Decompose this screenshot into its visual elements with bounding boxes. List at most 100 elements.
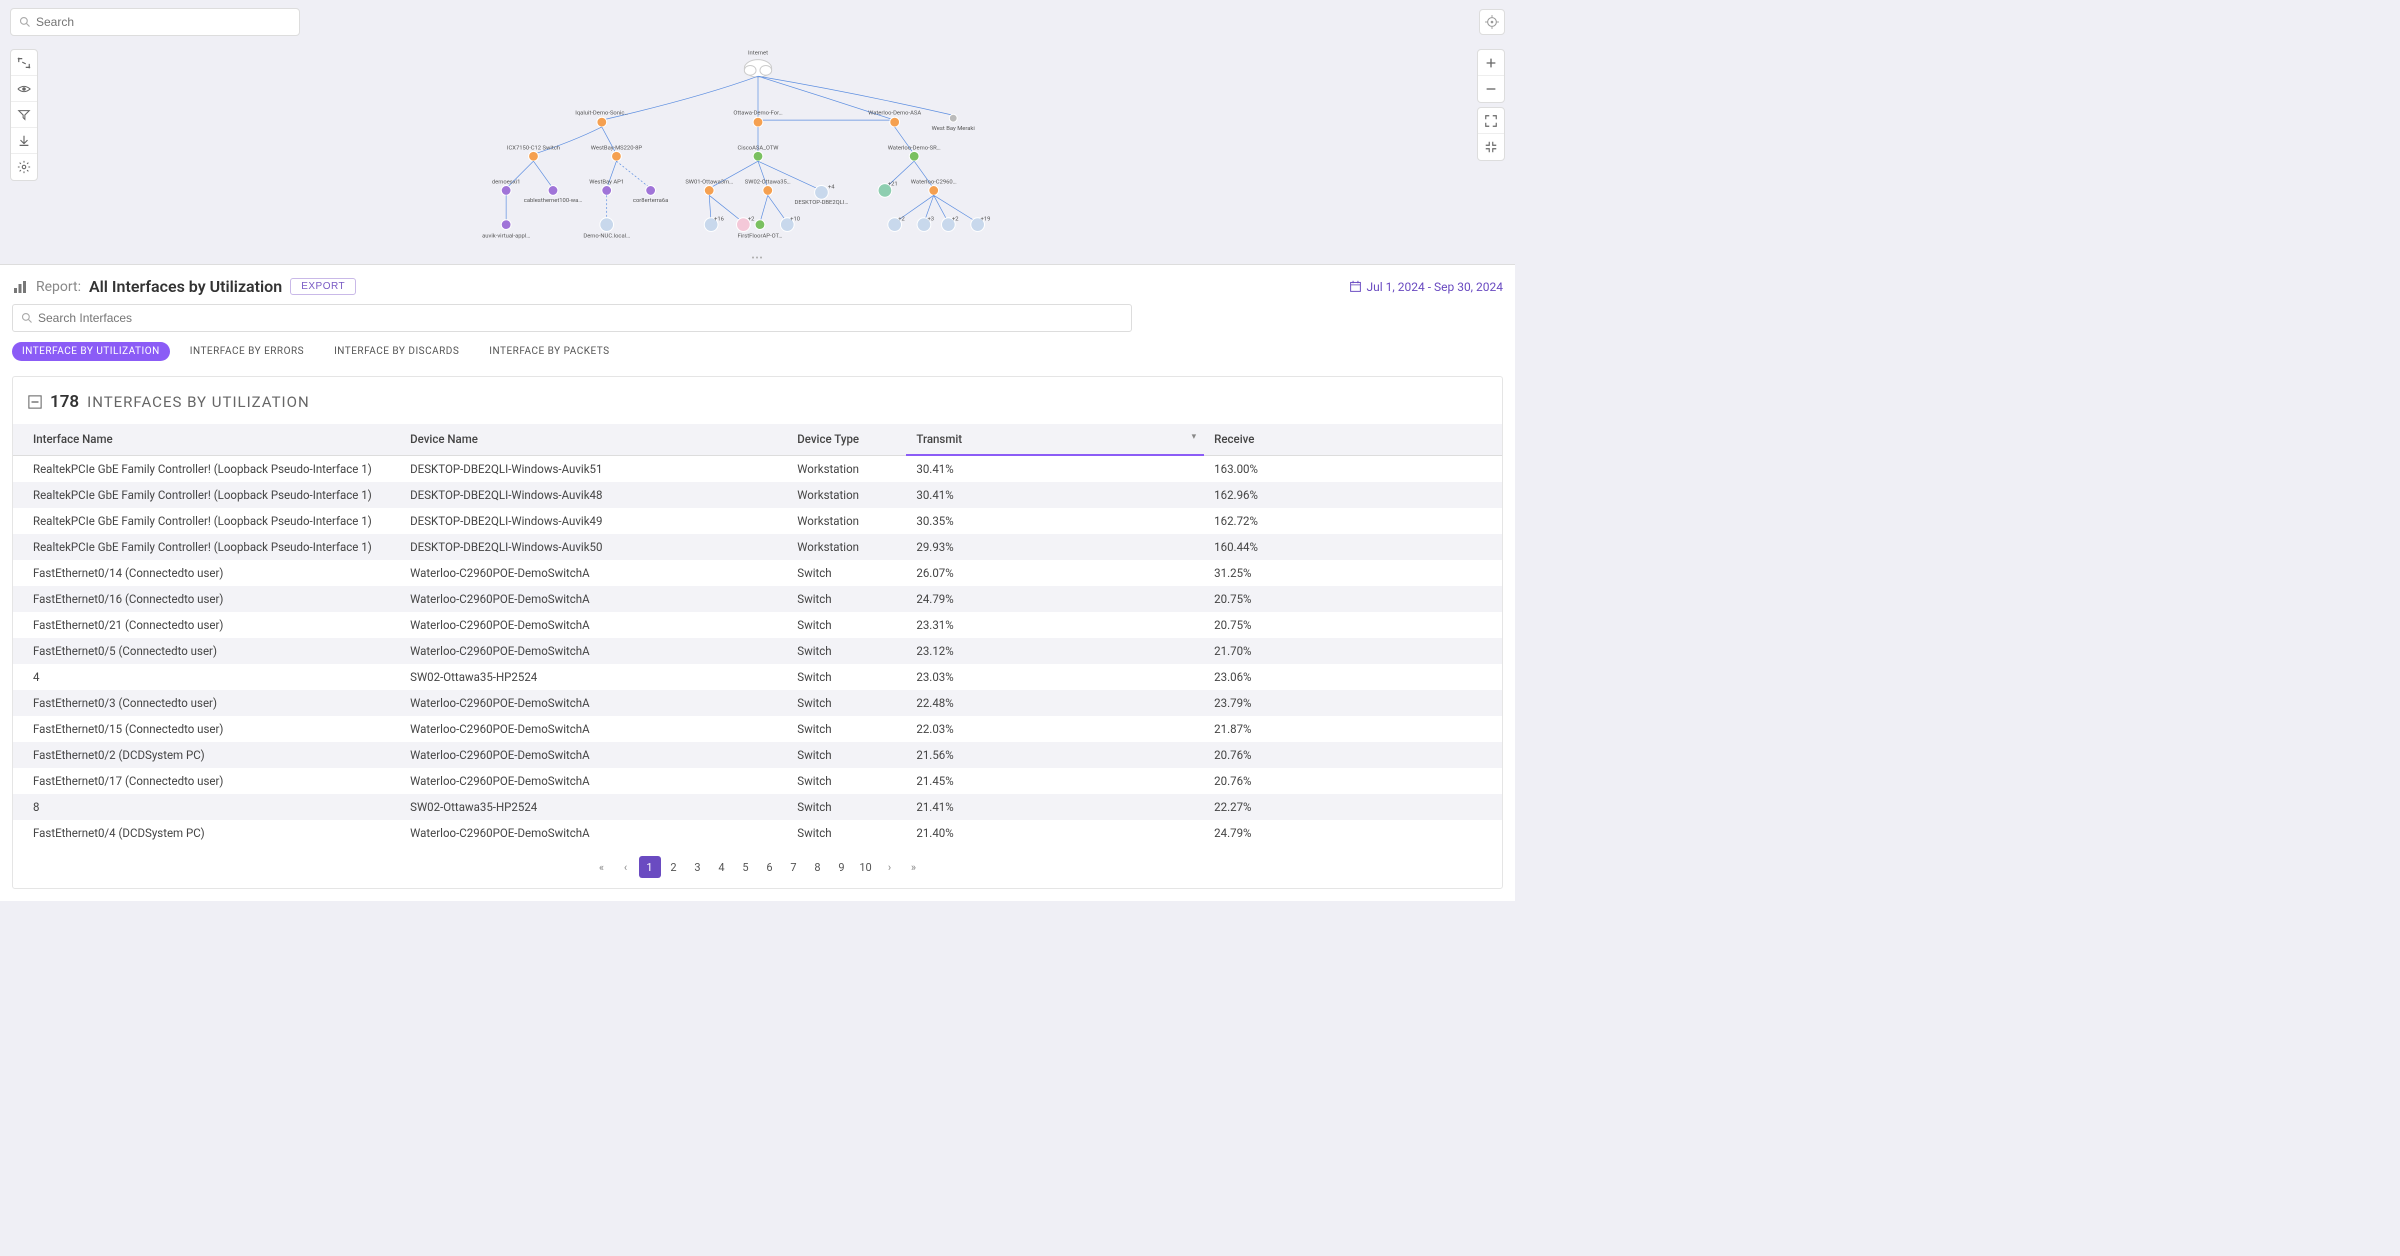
panel-resize-handle[interactable]: ••• [0, 254, 1515, 264]
table-cell: Waterloo-C2960POE-DemoSwitchA [400, 742, 787, 768]
page-7[interactable]: 7 [783, 856, 805, 878]
tab-interface-by-utilization[interactable]: INTERFACE BY UTILIZATION [12, 342, 170, 361]
tab-interface-by-discards[interactable]: INTERFACE BY DISCARDS [324, 342, 469, 361]
col-header-device-type[interactable]: Device Type [787, 424, 906, 455]
interfaces-search-input[interactable] [38, 311, 1123, 325]
locate-button[interactable] [1479, 9, 1505, 35]
locate-icon [1485, 15, 1499, 29]
table-row[interactable]: 8SW02-Ottawa35-HP2524Switch21.41%22.27% [13, 794, 1502, 820]
table-cell: Workstation [787, 482, 906, 508]
interfaces-table: Interface NameDevice NameDevice TypeTran… [13, 424, 1502, 846]
table-row[interactable]: RealtekPCIe GbE Family Controller! (Loop… [13, 508, 1502, 534]
table-cell: Workstation [787, 508, 906, 534]
topology-graph[interactable]: Internet Iqaluit-Demo-Sonic… Ottawa-Demo… [458, 44, 1058, 249]
table-cell: 21.45% [906, 768, 1204, 794]
node-label: demoesxi1 [491, 180, 520, 186]
table-cell: 8 [13, 794, 400, 820]
download-button[interactable] [11, 128, 37, 154]
col-header-device-name[interactable]: Device Name [400, 424, 787, 455]
table-cell: Waterloo-C2960POE-DemoSwitchA [400, 586, 787, 612]
table-cell: 23.12% [906, 638, 1204, 664]
page-2[interactable]: 2 [663, 856, 685, 878]
tab-interface-by-packets[interactable]: INTERFACE BY PACKETS [479, 342, 619, 361]
collapse-section-icon[interactable] [28, 395, 42, 409]
export-button[interactable]: EXPORT [290, 278, 356, 295]
page-10[interactable]: 10 [855, 856, 877, 878]
table-row[interactable]: 4SW02-Ottawa35-HP2524Switch23.03%23.06% [13, 664, 1502, 690]
svg-text:+2: +2 [747, 217, 754, 223]
col-header-receive[interactable]: Receive [1204, 424, 1502, 455]
table-cell: Waterloo-C2960POE-DemoSwitchA [400, 612, 787, 638]
table-row[interactable]: FastEthernet0/21 (Connectedto user)Water… [13, 612, 1502, 638]
table-cell: Switch [787, 742, 906, 768]
table-cell: Switch [787, 560, 906, 586]
page-6[interactable]: 6 [759, 856, 781, 878]
page-1[interactable]: 1 [639, 856, 661, 878]
topology-right-toolbar [1477, 49, 1505, 161]
table-row[interactable]: FastEthernet0/17 (Connectedto user)Water… [13, 768, 1502, 794]
date-range-label: Jul 1, 2024 - Sep 30, 2024 [1367, 280, 1503, 294]
table-cell: DESKTOP-DBE2QLI-Windows-Auvik51 [400, 455, 787, 482]
table-row[interactable]: FastEthernet0/3 (Connectedto user)Waterl… [13, 690, 1502, 716]
settings-button[interactable] [11, 154, 37, 180]
report-header: Report: All Interfaces by Utilization EX… [12, 277, 1503, 296]
tab-interface-by-errors[interactable]: INTERFACE BY ERRORS [180, 342, 314, 361]
table-row[interactable]: RealtekPCIe GbE Family Controller! (Loop… [13, 482, 1502, 508]
table-cell: FastEthernet0/16 (Connectedto user) [13, 586, 400, 612]
topology-map[interactable]: Internet Iqaluit-Demo-Sonic… Ottawa-Demo… [0, 44, 1515, 254]
table-row[interactable]: RealtekPCIe GbE Family Controller! (Loop… [13, 455, 1502, 482]
zoom-in-button[interactable] [1478, 50, 1504, 76]
node-label: Demo-NUC.local… [583, 233, 630, 239]
topology-left-toolbar [10, 49, 38, 181]
page-3[interactable]: 3 [687, 856, 709, 878]
layout-button[interactable] [11, 50, 37, 76]
page-8[interactable]: 8 [807, 856, 829, 878]
table-cell: 23.03% [906, 664, 1204, 690]
date-range-picker[interactable]: Jul 1, 2024 - Sep 30, 2024 [1349, 280, 1503, 294]
page-9[interactable]: 9 [831, 856, 853, 878]
table-cell: 24.79% [1204, 820, 1502, 846]
table-row[interactable]: FastEthernet0/14 (Connectedto user)Water… [13, 560, 1502, 586]
table-row[interactable]: FastEthernet0/2 (DCDSystem PC)Waterloo-C… [13, 742, 1502, 768]
fullscreen-button[interactable] [1478, 108, 1504, 134]
table-cell: 29.93% [906, 534, 1204, 560]
table-cell: DESKTOP-DBE2QLI-Windows-Auvik50 [400, 534, 787, 560]
search-icon [21, 312, 33, 324]
page-last[interactable]: » [903, 856, 925, 878]
table-cell: Waterloo-C2960POE-DemoSwitchA [400, 820, 787, 846]
node-label: ICX7150-C12 Switch [506, 145, 559, 151]
table-row[interactable]: FastEthernet0/15 (Connectedto user)Water… [13, 716, 1502, 742]
table-cell: FastEthernet0/17 (Connectedto user) [13, 768, 400, 794]
col-header-interface-name[interactable]: Interface Name [13, 424, 400, 455]
table-row[interactable]: FastEthernet0/5 (Connectedto user)Waterl… [13, 638, 1502, 664]
global-search[interactable] [10, 8, 300, 36]
page-prev[interactable]: ‹ [615, 856, 637, 878]
fit-button[interactable] [1478, 134, 1504, 160]
table-cell: 30.41% [906, 455, 1204, 482]
page-5[interactable]: 5 [735, 856, 757, 878]
page-next[interactable]: › [879, 856, 901, 878]
visibility-button[interactable] [11, 76, 37, 102]
node-label: SW02-Ottawa35… [744, 180, 790, 186]
table-cell: 22.27% [1204, 794, 1502, 820]
page-first[interactable]: « [591, 856, 613, 878]
table-cell: 24.79% [906, 586, 1204, 612]
zoom-out-button[interactable] [1478, 76, 1504, 102]
filter-button[interactable] [11, 102, 37, 128]
table-row[interactable]: FastEthernet0/4 (DCDSystem PC)Waterloo-C… [13, 820, 1502, 846]
page-4[interactable]: 4 [711, 856, 733, 878]
report-section: Report: All Interfaces by Utilization EX… [0, 264, 1515, 901]
svg-text:+2: +2 [898, 217, 905, 223]
table-cell: FastEthernet0/21 (Connectedto user) [13, 612, 400, 638]
svg-text:+4: +4 [827, 184, 834, 190]
col-header-transmit[interactable]: Transmit▾ [906, 424, 1204, 455]
table-row[interactable]: RealtekPCIe GbE Family Controller! (Loop… [13, 534, 1502, 560]
node-label: Waterloo-Demo-ASA [868, 110, 921, 116]
table-row[interactable]: FastEthernet0/16 (Connectedto user)Water… [13, 586, 1502, 612]
table-cell: RealtekPCIe GbE Family Controller! (Loop… [13, 508, 400, 534]
table-cell: RealtekPCIe GbE Family Controller! (Loop… [13, 455, 400, 482]
global-search-input[interactable] [36, 15, 291, 29]
interfaces-search[interactable] [12, 304, 1132, 332]
report-name: All Interfaces by Utilization [89, 277, 282, 296]
table-label: INTERFACES BY UTILIZATION [87, 393, 310, 411]
